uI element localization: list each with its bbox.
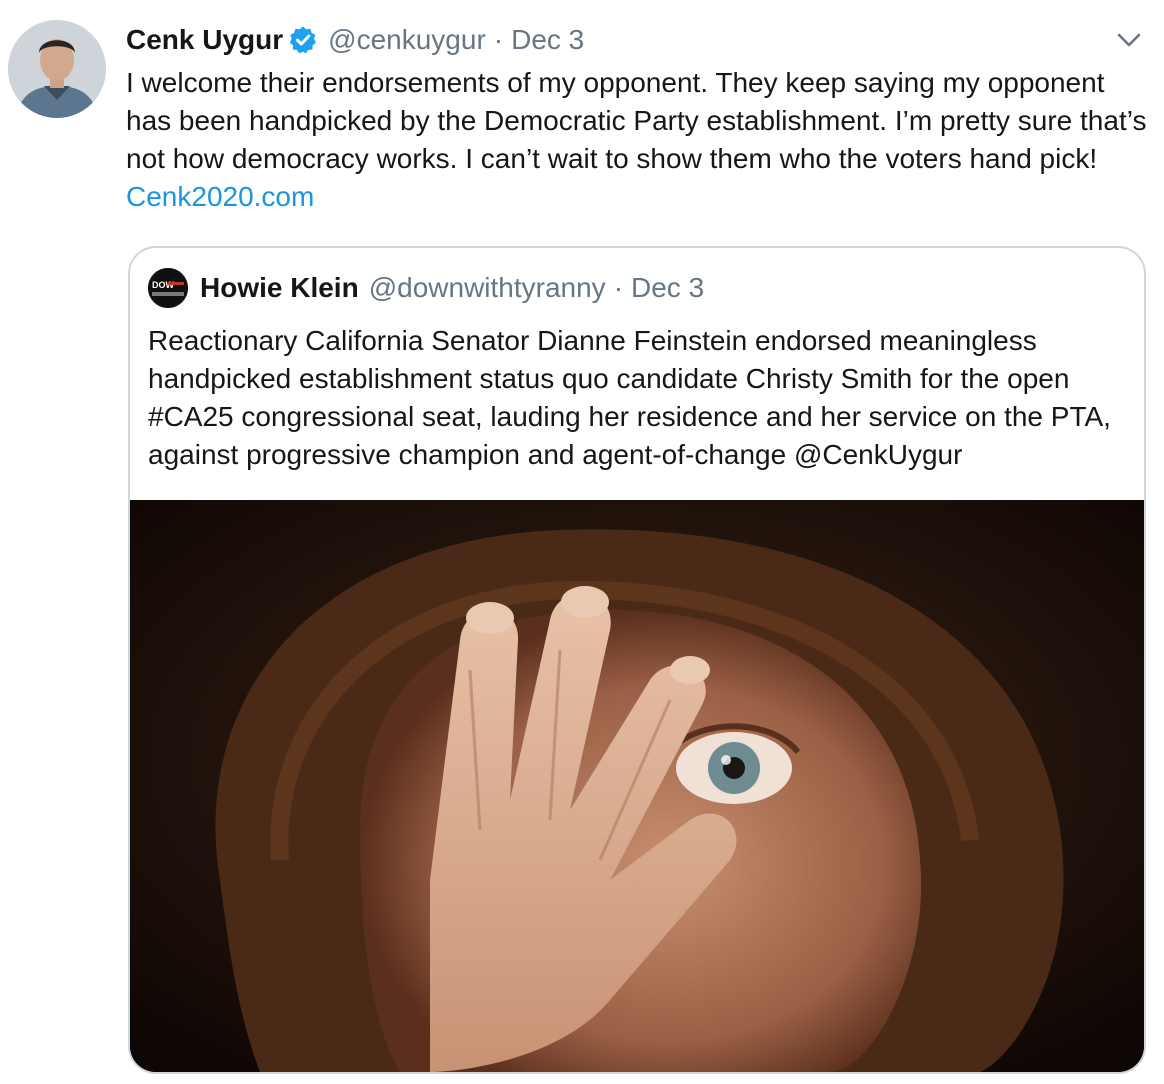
author-handle[interactable]: @cenkuygur xyxy=(328,24,486,56)
author-name[interactable]: Cenk Uygur xyxy=(126,24,283,56)
tweet-text: I welcome their endorsements of my oppon… xyxy=(126,64,1156,216)
quoted-tweet-date[interactable]: Dec 3 xyxy=(631,272,704,304)
quoted-author-name[interactable]: Howie Klein xyxy=(200,272,359,304)
author-avatar[interactable] xyxy=(8,20,106,118)
quoted-author-avatar[interactable]: DOW xyxy=(148,268,188,308)
quoted-header-separator: · xyxy=(613,272,624,303)
chevron-down-icon[interactable] xyxy=(1114,28,1144,52)
quoted-tweet-header: DOW Howie Klein @downwithtyranny · Dec 3 xyxy=(148,268,704,308)
quoted-author-handle[interactable]: @downwithtyranny xyxy=(369,272,606,304)
tweet[interactable]: Cenk Uygur @cenkuygur · Dec 3 I welcome … xyxy=(0,0,1164,1084)
tweet-date[interactable]: Dec 3 xyxy=(511,24,584,56)
quoted-tweet-text: Reactionary California Senator Dianne Fe… xyxy=(148,325,1111,470)
tweet-text-body: I welcome their endorsements of my oppon… xyxy=(126,67,1147,174)
website-link[interactable]: Cenk2020.com xyxy=(126,181,314,212)
tweet-header: Cenk Uygur @cenkuygur · Dec 3 xyxy=(126,20,584,60)
quoted-tweet[interactable]: DOW Howie Klein @downwithtyranny · Dec 3… xyxy=(128,246,1146,1074)
quoted-tweet-photo[interactable] xyxy=(130,500,1144,1072)
header-separator: · xyxy=(493,24,504,55)
verified-badge-icon xyxy=(288,25,318,55)
